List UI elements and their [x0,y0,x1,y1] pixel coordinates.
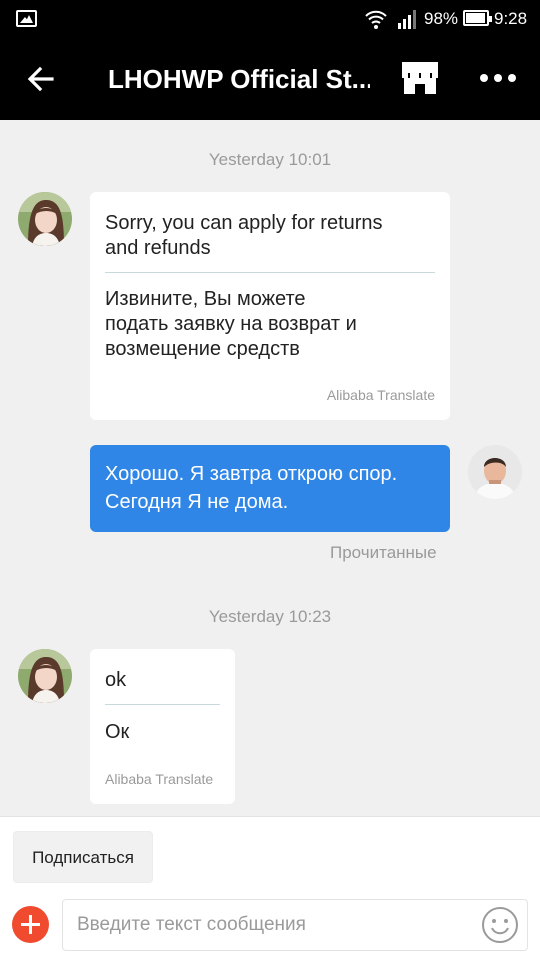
seller-avatar[interactable] [18,192,72,246]
message-translated-text: Извините, Вы можете подать заявку на воз… [105,288,357,360]
composer-panel: Подписаться [0,816,540,960]
incoming-message: Sorry, you can apply for returns and ref… [90,192,450,420]
title-bar: LHOHWP Official St... [0,38,540,120]
battery-icon [463,10,492,26]
store-icon[interactable] [400,60,440,96]
plus-icon[interactable] [12,906,49,943]
back-arrow-icon[interactable] [24,62,58,96]
incoming-message: ok Ок Alibaba Translate [90,649,235,804]
translation-divider [105,704,220,705]
seller-avatar[interactable] [18,649,72,703]
read-status: Прочитанные [330,543,437,562]
page-title: LHOHWP Official St... [108,64,370,94]
subscribe-button[interactable]: Подписаться [13,831,153,883]
timestamp: Yesterday 10:23 [208,607,332,626]
message-translated-text: Ок [105,721,130,743]
status-bar: 98% 9:28 [0,0,540,38]
message-original-text: ok [105,669,127,691]
chat-area[interactable]: Yesterday 10:01 Sorry, you can apply for… [0,120,540,816]
signal-icon [398,10,416,29]
emoji-icon[interactable] [481,906,519,944]
more-icon[interactable] [478,68,518,88]
message-original-text: Sorry, you can apply for returns and ref… [105,212,383,259]
gallery-icon [16,10,37,27]
user-avatar[interactable] [468,445,522,499]
timestamp: Yesterday 10:01 [208,150,332,169]
clock: 9:28 [494,9,528,28]
translate-tag: Alibaba Translate [326,387,435,403]
translation-divider [105,272,435,273]
wifi-icon [365,10,387,29]
translate-tag: Alibaba Translate [105,771,214,787]
battery-percent: 98% [424,9,459,28]
message-input[interactable] [62,899,528,951]
outgoing-message: Хорошо. Я завтра открою спор. Сегодня Я … [90,445,450,532]
